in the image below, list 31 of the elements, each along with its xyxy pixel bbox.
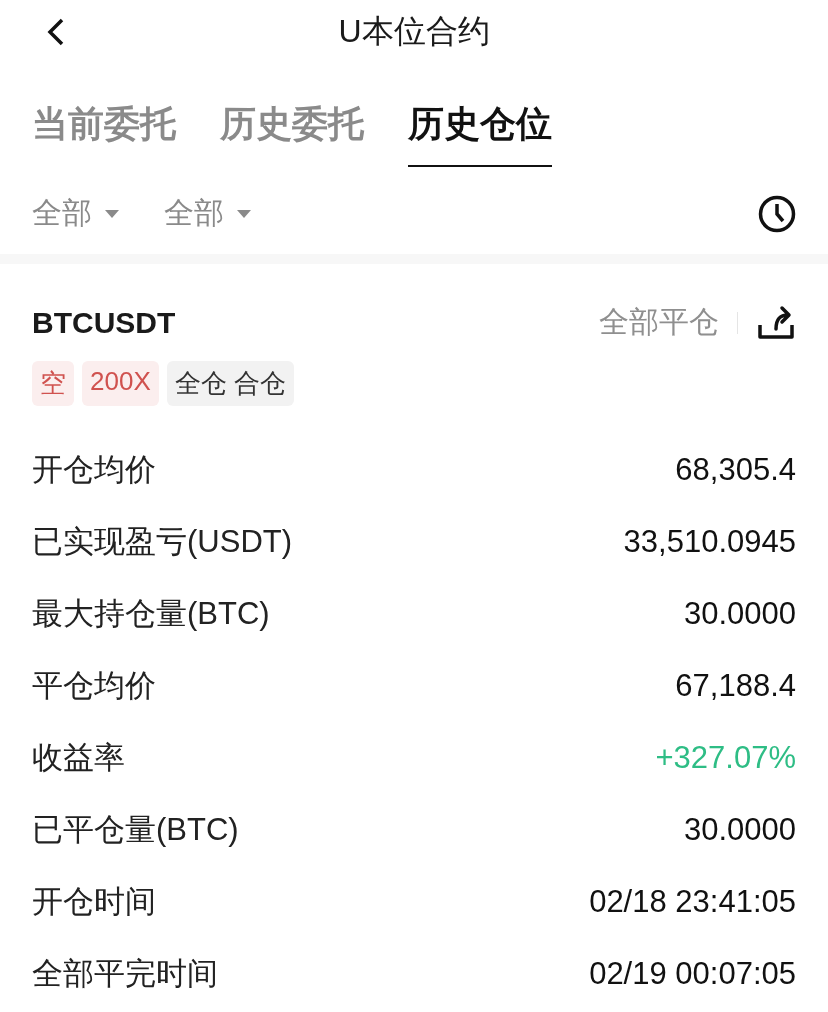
tab[interactable]: 历史仓位 [408,100,552,167]
field-value: 30.0000 [683,812,796,848]
filter-dropdown[interactable]: 全部 [164,193,252,234]
field-label: 收益率 [32,740,125,776]
field-value: 02/19 00:07:05 [589,956,796,992]
close-all-button[interactable]: 全部平仓 [599,302,719,343]
field-label: 开仓时间 [32,884,156,920]
tab[interactable]: 历史委托 [220,100,364,167]
field-label: 已实现盈亏(USDT) [32,524,293,560]
field-label: 全部平完时间 [32,956,218,992]
caret-icon [236,208,252,219]
tab[interactable]: 当前委托 [32,100,176,167]
field-value: 68,305.4 [675,452,796,488]
field-value: 33,510.0945 [623,524,796,560]
field-value: +327.07% [655,740,796,776]
position-tag: 200X [82,361,159,406]
page-title: U本位合约 [338,12,490,51]
position-tag: 全仓 合仓 [166,361,294,406]
field-value: 30.0000 [683,596,796,632]
position-tag: 空 [32,361,74,406]
field-label: 最大持仓量(BTC) [32,596,270,632]
field-value: 02/18 23:41:05 [589,884,796,920]
field-label: 平仓均价 [32,668,156,704]
symbol-title: BTCUSDT [32,305,176,340]
caret-icon [104,208,120,219]
field-label: 开仓均价 [32,452,156,488]
field-label: 已平仓量(BTC) [32,812,239,848]
filter-dropdown[interactable]: 全部 [32,193,120,234]
clock-icon[interactable] [758,194,796,233]
share-icon[interactable] [756,304,796,341]
field-value: 67,188.4 [675,668,796,704]
